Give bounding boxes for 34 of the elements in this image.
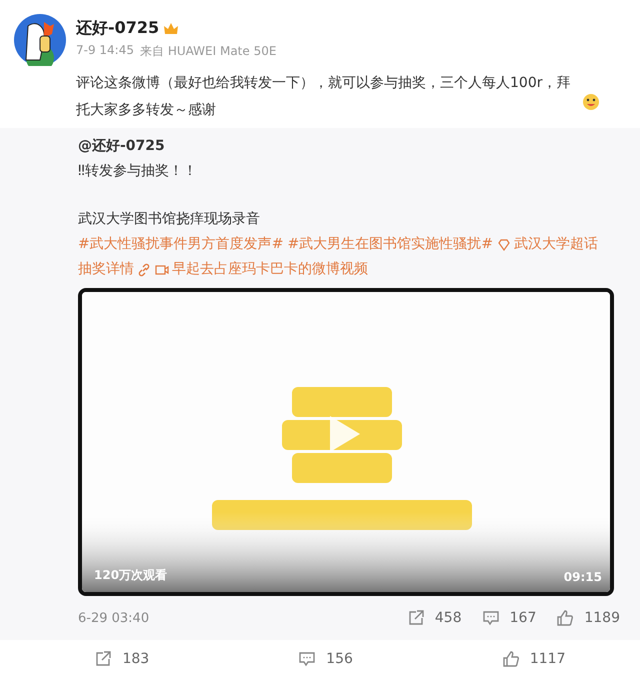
video-link[interactable]: 早起去占座玛卡巴卡的微博视频 bbox=[155, 257, 368, 282]
repost-time: 6-29 03:40 bbox=[78, 610, 150, 626]
diamond-icon bbox=[496, 238, 511, 252]
link-icon bbox=[137, 262, 151, 276]
share-icon[interactable] bbox=[406, 609, 425, 627]
crown-icon bbox=[163, 22, 180, 36]
share-icon[interactable] bbox=[94, 650, 112, 668]
repost-author[interactable]: @还好-0725 bbox=[78, 134, 620, 158]
post-text: 评论这条微博（最好也给我转发一下），就可以参与抽奖，三个人每人100r，拜托大家多多转发～感谢 bbox=[76, 74, 572, 120]
user-name[interactable]: 还好-0725 bbox=[76, 18, 160, 39]
post-time: 7-9 14:45 bbox=[76, 43, 134, 59]
like-icon[interactable] bbox=[502, 650, 520, 668]
topic-link[interactable]: #武大性骚扰事件男方首度发声# bbox=[78, 232, 284, 257]
repost-title: 武汉大学图书馆挠痒现场录音 bbox=[78, 210, 261, 229]
repost-count: 458 bbox=[434, 610, 462, 626]
video-player[interactable]: 120万次观看 09:15 bbox=[78, 288, 614, 596]
comment-count[interactable]: 156 bbox=[326, 651, 353, 667]
video-icon bbox=[155, 262, 169, 276]
repost-intro: ‼转发参与抽奖！！ bbox=[78, 162, 198, 181]
super-link[interactable]: 武汉大学超话 bbox=[496, 232, 598, 257]
comment-icon[interactable] bbox=[482, 609, 500, 627]
view-count: 120万次观看 bbox=[94, 567, 168, 584]
avatar[interactable] bbox=[14, 14, 66, 66]
repost-count[interactable]: 183 bbox=[122, 651, 150, 667]
comment-icon[interactable] bbox=[298, 650, 316, 668]
emoji-icon bbox=[581, 92, 601, 110]
like-icon[interactable] bbox=[556, 609, 574, 627]
comment-count: 167 bbox=[510, 610, 536, 626]
like-count: 1189 bbox=[584, 610, 620, 626]
link[interactable]: 抽奖详情 bbox=[78, 257, 151, 282]
topic-link[interactable]: #武大男生在图书馆实施性骚扰# bbox=[287, 232, 493, 257]
video-duration: 09:15 bbox=[564, 570, 602, 584]
post-source: 来自 HUAWEI Mate 50E bbox=[140, 43, 276, 60]
like-count[interactable]: 1117 bbox=[530, 651, 566, 667]
